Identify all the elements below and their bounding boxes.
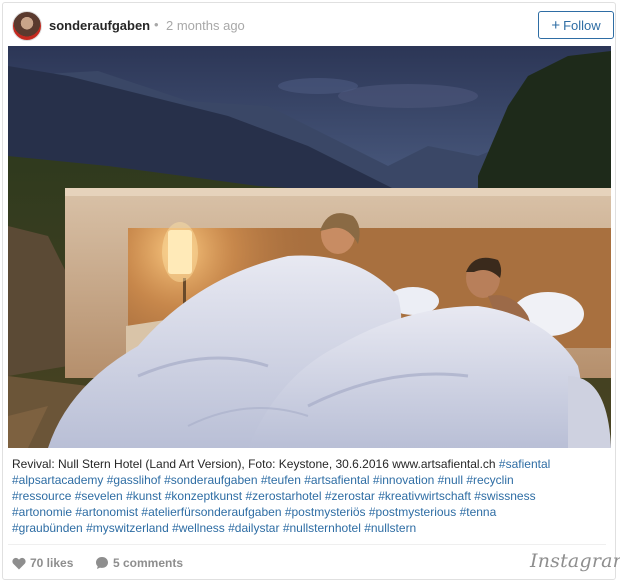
likes-label: 70 likes <box>30 556 74 570</box>
hashtag-link[interactable]: #graubünden #myswitzerland #wellness #da… <box>12 521 416 535</box>
hashtag-link[interactable]: #safiental <box>499 457 550 471</box>
caption-line: Revival: Null Stern Hotel (Land Art Vers… <box>12 456 608 472</box>
comment-icon <box>96 557 108 569</box>
caption-line: #graubünden #myswitzerland #wellness #da… <box>12 520 608 536</box>
hashtag-link[interactable]: #ressource #sevelen #kunst #konzeptkunst… <box>12 489 536 503</box>
caption-line: #artonomie #artonomist #atelierfürsonder… <box>12 504 608 520</box>
comments-count[interactable]: 5 comments <box>95 556 183 570</box>
post-photo[interactable] <box>8 46 611 448</box>
user-avatar[interactable] <box>12 11 42 41</box>
heart-icon <box>12 557 26 569</box>
follow-button[interactable]: + Follow <box>538 11 614 39</box>
photo-image <box>8 46 611 448</box>
instagram-logo[interactable]: Instagram <box>530 550 620 572</box>
hashtag-link[interactable]: #artonomie #artonomist #atelierfürsonder… <box>12 505 496 519</box>
caption-line: #ressource #sevelen #kunst #konzeptkunst… <box>12 488 608 504</box>
post-timestamp[interactable]: 2 months ago <box>166 18 245 33</box>
footer-divider <box>8 544 606 545</box>
hashtag-link[interactable]: #alpsartacademy #gasslihof #sonderaufgab… <box>12 473 514 487</box>
likes-count[interactable]: 70 likes <box>12 556 73 570</box>
comments-label: 5 comments <box>113 556 184 570</box>
plus-icon: + <box>551 16 561 34</box>
caption-text: Revival: Null Stern Hotel (Land Art Vers… <box>12 457 499 471</box>
follow-label: Follow <box>563 17 601 33</box>
separator-dot: • <box>154 17 159 32</box>
post-header: sonderaufgaben • 2 months ago + Follow <box>3 3 615 47</box>
username-link[interactable]: sonderaufgaben <box>49 18 150 33</box>
caption-line: #alpsartacademy #gasslihof #sonderaufgab… <box>12 472 608 488</box>
post-caption: Revival: Null Stern Hotel (Land Art Vers… <box>12 456 608 536</box>
